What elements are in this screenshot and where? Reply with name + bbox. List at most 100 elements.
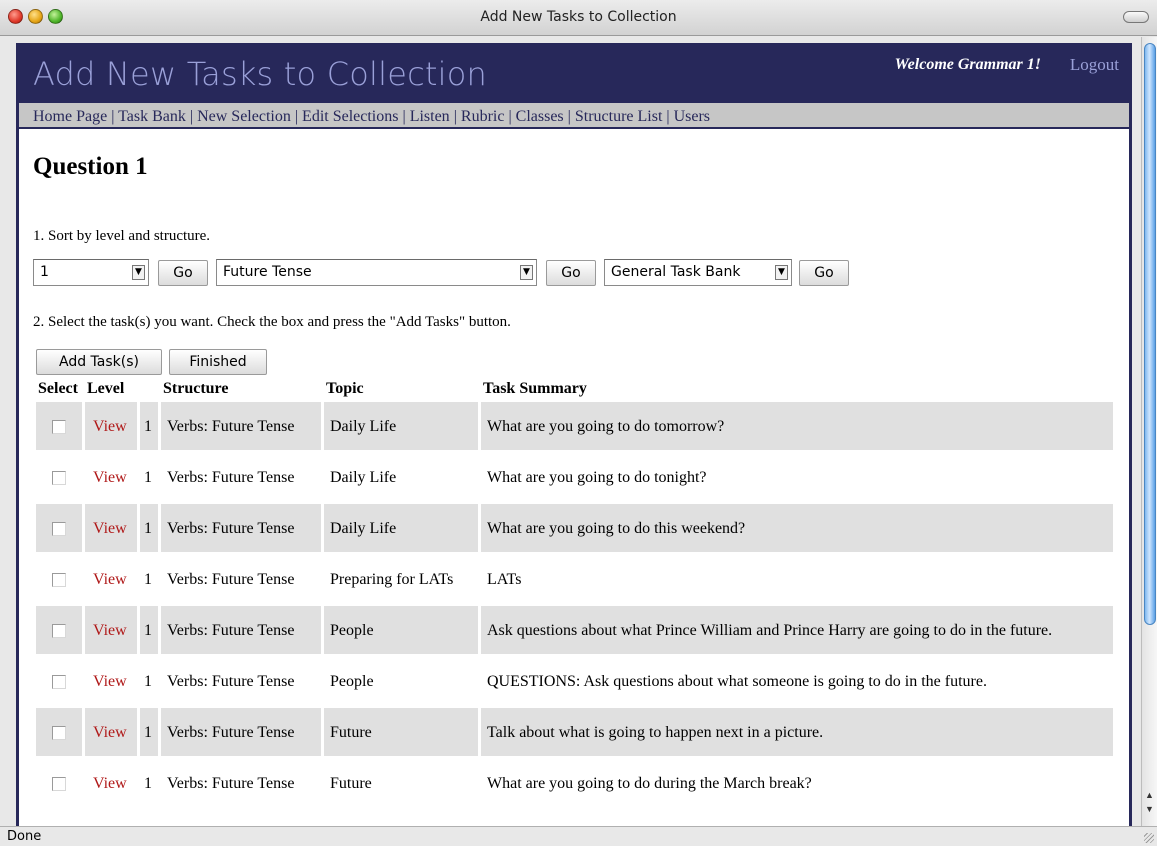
structure-cell: Verbs: Future Tense — [167, 672, 295, 690]
view-link[interactable]: View — [85, 708, 137, 756]
status-text: Done — [7, 829, 42, 844]
task-checkbox[interactable] — [52, 521, 66, 536]
topic-cell: Future — [330, 774, 372, 792]
question-heading: Question 1 — [33, 153, 148, 180]
table-row: View 1 Verbs: Future Tense Future What are y… — [36, 759, 1113, 807]
table-row: View 1 Verbs: Future Tense Daily Life What a… — [36, 504, 1113, 552]
task-checkbox[interactable] — [52, 419, 66, 434]
view-link[interactable]: View — [85, 453, 137, 501]
site-header: Add New Tasks to Collection Welcome Gram… — [19, 43, 1129, 103]
topic-cell: People — [324, 606, 478, 654]
chevron-down-icon: ▼ — [520, 265, 533, 280]
view-link[interactable]: View — [85, 555, 137, 603]
nav-separator: | — [111, 108, 115, 125]
level-cell: 1 — [144, 672, 152, 690]
structure-select[interactable]: Future Tense ▼ — [216, 259, 537, 286]
page-title: Add New Tasks to Collection — [33, 55, 487, 93]
level-cell: 1 — [144, 774, 152, 792]
task-checkbox[interactable] — [52, 623, 66, 638]
nav-link-listen[interactable]: Listen — [410, 108, 450, 125]
summary-cell: What are you going to do during the Marc… — [487, 774, 812, 792]
nav-bar: Home Page | Task Bank | New Selection | … — [19, 103, 1129, 129]
chevron-down-icon: ▼ — [775, 265, 788, 280]
nav-link-structure-list[interactable]: Structure List — [575, 108, 663, 125]
toolbar-toggle-button[interactable] — [1123, 11, 1149, 23]
structure-go-button[interactable]: Go — [546, 260, 596, 286]
nav-link-new-selection[interactable]: New Selection — [197, 108, 291, 125]
level-cell: 1 — [140, 606, 158, 654]
finished-button[interactable]: Finished — [169, 349, 267, 375]
structure-cell: Verbs: Future Tense — [167, 774, 295, 792]
level-select[interactable]: 1 ▼ — [33, 259, 149, 286]
task-checkbox[interactable] — [52, 725, 66, 740]
view-link[interactable]: View — [85, 657, 137, 705]
table-row: View 1 Verbs: Future Tense Daily Life What a… — [36, 453, 1113, 501]
structure-cell: Verbs: Future Tense — [161, 606, 321, 654]
summary-cell: What are you going to do tomorrow? — [481, 402, 1113, 450]
view-link[interactable]: View — [85, 504, 137, 552]
nav-link-home-page[interactable]: Home Page — [33, 108, 107, 125]
topic-cell: Daily Life — [324, 402, 478, 450]
select-cell — [36, 453, 82, 501]
select-cell — [36, 504, 82, 552]
structure-cell: Verbs: Future Tense — [167, 570, 295, 588]
summary-cell: Ask questions about what Prince William … — [481, 606, 1113, 654]
level-cell: 1 — [140, 504, 158, 552]
level-cell: 1 — [144, 468, 152, 486]
nav-link-classes[interactable]: Classes — [516, 108, 564, 125]
select-cell — [36, 606, 82, 654]
summary-cell: Talk about what is going to happen next … — [481, 708, 1113, 756]
table-row: View 1 Verbs: Future Tense Future Talk about… — [36, 708, 1113, 756]
view-link[interactable]: View — [85, 759, 137, 807]
logout-link[interactable]: Logout — [1070, 55, 1119, 75]
table-row: View 1 Verbs: Future Tense People Ask questi… — [36, 606, 1113, 654]
nav-link-users[interactable]: Users — [674, 108, 710, 125]
resize-grip-icon[interactable] — [1144, 833, 1154, 843]
task-bank-select[interactable]: General Task Bank ▼ — [604, 259, 792, 286]
nav-separator: | — [402, 108, 406, 125]
nav-separator: | — [453, 108, 457, 125]
scroll-down-icon[interactable]: ▼ — [1145, 804, 1154, 814]
summary-column-header: Task Summary — [483, 380, 587, 397]
scroll-up-icon[interactable]: ▲ — [1145, 790, 1154, 800]
step-2-instruction: 2. Select the task(s) you want. Check th… — [33, 314, 511, 330]
nav-link-rubric[interactable]: Rubric — [461, 108, 505, 125]
task-checkbox[interactable] — [52, 572, 66, 587]
level-select-value: 1 — [40, 264, 49, 280]
add-tasks-button[interactable]: Add Task(s) — [36, 349, 162, 375]
select-cell — [36, 657, 82, 705]
nav-separator: | — [294, 108, 299, 125]
vertical-scrollbar[interactable]: ▲ ▼ — [1141, 37, 1157, 826]
topic-cell: Preparing for LATs — [330, 570, 454, 588]
window-titlebar: Add New Tasks to Collection — [0, 0, 1157, 36]
task-checkbox[interactable] — [52, 776, 66, 791]
task-checkbox[interactable] — [52, 674, 66, 689]
topic-cell: Future — [324, 708, 478, 756]
scrollbar-thumb[interactable] — [1144, 43, 1156, 625]
select-cell — [36, 759, 82, 807]
view-link[interactable]: View — [85, 606, 137, 654]
level-go-button[interactable]: Go — [158, 260, 208, 286]
topic-cell: Daily Life — [324, 504, 478, 552]
nav-separator: | — [567, 108, 571, 125]
structure-select-value: Future Tense — [223, 264, 312, 280]
structure-cell: Verbs: Future Tense — [161, 504, 321, 552]
level-cell: 1 — [140, 402, 158, 450]
summary-cell: What are you going to do tonight? — [487, 468, 707, 486]
nav-link-edit-selections[interactable]: Edit Selections — [302, 108, 398, 125]
task-checkbox[interactable] — [52, 470, 66, 485]
topic-cell: People — [330, 672, 374, 690]
structure-column-header: Structure — [163, 380, 229, 397]
welcome-message: Welcome Grammar 1! — [894, 56, 1041, 73]
summary-cell: What are you going to do this weekend? — [481, 504, 1113, 552]
view-link[interactable]: View — [85, 402, 137, 450]
table-header-row: Select Level Structure Topic Task Summar… — [36, 379, 1113, 399]
structure-cell: Verbs: Future Tense — [161, 402, 321, 450]
topic-column-header: Topic — [326, 380, 364, 397]
page: Add New Tasks to Collection Welcome Gram… — [16, 43, 1132, 826]
table-row: View 1 Verbs: Future Tense People QUESTIONS:… — [36, 657, 1113, 705]
nav-separator: | — [189, 108, 194, 125]
nav-link-task-bank[interactable]: Task Bank — [118, 108, 186, 125]
select-column-header: Select — [38, 380, 78, 397]
task-bank-go-button[interactable]: Go — [799, 260, 849, 286]
